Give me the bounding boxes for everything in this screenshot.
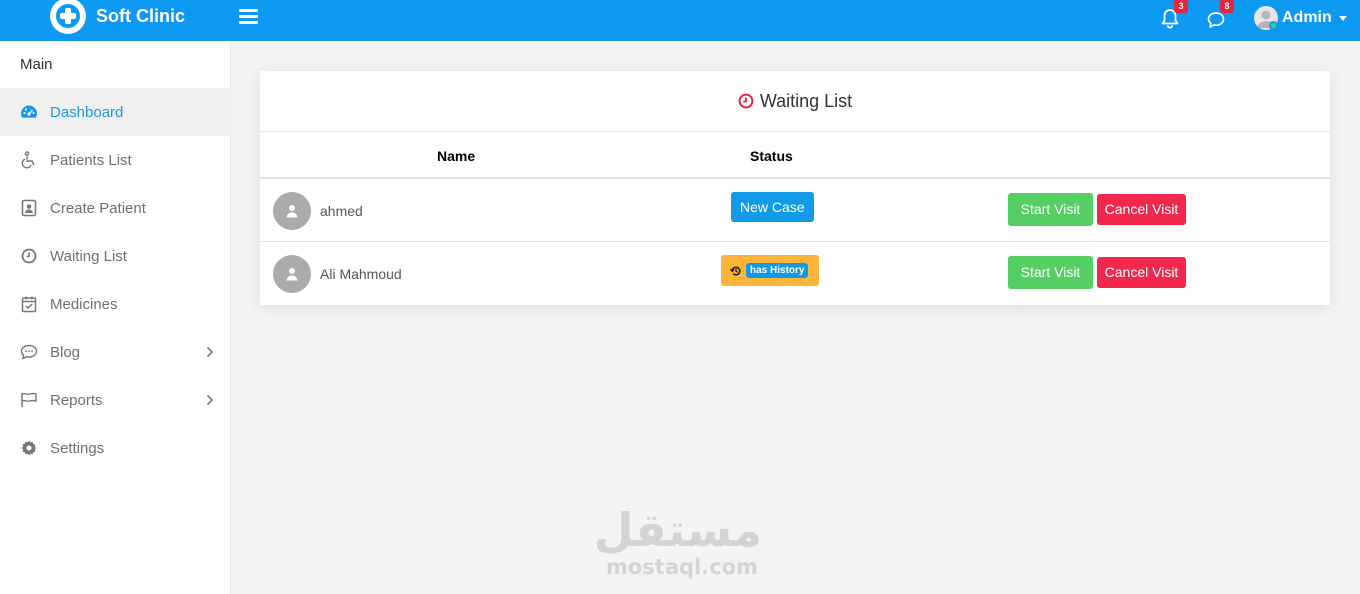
history-icon xyxy=(730,266,741,276)
sidebar-section-title: Main xyxy=(20,56,53,73)
menu-toggle-button[interactable] xyxy=(239,9,258,25)
sidebar-item-label: Blog xyxy=(50,343,81,361)
start-visit-button[interactable]: Start Visit xyxy=(1008,193,1093,226)
chevron-right-icon xyxy=(206,393,214,410)
clock-icon xyxy=(20,247,38,265)
start-visit-button[interactable]: Start Visit xyxy=(1008,256,1093,289)
user-icon xyxy=(286,268,298,281)
patient-name[interactable]: ahmed xyxy=(320,203,363,219)
logo[interactable]: Soft Clinic xyxy=(50,0,185,34)
app-title: Soft Clinic xyxy=(96,5,185,26)
sidebar-item-label: Patients List xyxy=(50,151,132,169)
top-navbar: Soft Clinic 3 8 Admin xyxy=(0,0,1360,41)
sidebar-item-dashboard[interactable]: Dashboard xyxy=(0,88,230,136)
status-badge[interactable]: New Case xyxy=(731,192,814,222)
dashboard-icon xyxy=(20,103,38,121)
sidebar: Main Dashboard Patients List Create Pati… xyxy=(0,41,231,594)
messages-badge: 8 xyxy=(1220,0,1234,13)
medical-cross-icon xyxy=(50,0,86,34)
sidebar-item-create-patient[interactable]: Create Patient xyxy=(0,184,230,232)
chat-bubble-icon xyxy=(20,343,38,361)
sidebar-item-label: Reports xyxy=(50,391,103,409)
cancel-visit-button[interactable]: Cancel Visit xyxy=(1097,257,1186,288)
sidebar-item-label: Settings xyxy=(50,439,105,457)
patient-name[interactable]: Ali Mahmoud xyxy=(320,266,402,282)
sidebar-item-settings[interactable]: Settings xyxy=(0,424,230,472)
sidebar-item-label: Waiting List xyxy=(50,247,127,265)
column-header-name: Name xyxy=(437,148,476,164)
table-row: ahmed New Case Start Visit Cancel Visit xyxy=(260,179,1330,242)
contact-card-icon xyxy=(20,199,38,217)
sidebar-item-patients-list[interactable]: Patients List xyxy=(0,136,230,184)
notifications-badge: 3 xyxy=(1174,0,1188,13)
column-header-status: Status xyxy=(750,148,793,164)
status-label: has History xyxy=(746,263,809,278)
flag-icon xyxy=(20,391,38,409)
gear-icon xyxy=(20,439,38,457)
messages-button[interactable]: 8 xyxy=(1206,0,1234,30)
waiting-list-card: Waiting List Name Status ahmed New Case … xyxy=(260,71,1330,305)
wheelchair-icon xyxy=(20,151,38,169)
chevron-right-icon xyxy=(206,345,214,362)
cancel-visit-button[interactable]: Cancel Visit xyxy=(1097,194,1186,225)
table-header: Name Status xyxy=(260,132,1330,179)
watermark: مستقل mostaql.com xyxy=(593,503,762,579)
sidebar-item-blog[interactable]: Blog xyxy=(0,328,230,376)
avatar xyxy=(273,255,311,293)
notifications-button[interactable]: 3 xyxy=(1160,0,1188,30)
chat-icon xyxy=(1207,12,1225,28)
user-icon xyxy=(286,205,298,218)
calendar-check-icon xyxy=(20,295,38,313)
sidebar-item-medicines[interactable]: Medicines xyxy=(0,280,230,328)
watermark-arabic: مستقل xyxy=(593,503,762,557)
sidebar-item-label: Medicines xyxy=(50,295,118,313)
sidebar-item-label: Dashboard xyxy=(50,103,124,121)
user-menu[interactable]: Admin xyxy=(1254,6,1347,30)
avatar xyxy=(273,192,311,230)
sidebar-item-waiting-list[interactable]: Waiting List xyxy=(0,232,230,280)
table-row: Ali Mahmoud has History Start Visit Canc… xyxy=(260,242,1330,305)
sidebar-item-label: Create Patient xyxy=(50,199,146,217)
watermark-latin: mostaql.com xyxy=(606,555,758,579)
card-header: Waiting List xyxy=(260,71,1330,132)
clock-icon xyxy=(738,93,754,109)
chevron-down-icon xyxy=(1338,15,1347,21)
online-status-indicator xyxy=(1269,21,1278,30)
status-badge[interactable]: has History xyxy=(721,255,819,286)
sidebar-item-reports[interactable]: Reports xyxy=(0,376,230,424)
user-name: Admin xyxy=(1282,9,1332,26)
page-title: Waiting List xyxy=(759,90,853,111)
